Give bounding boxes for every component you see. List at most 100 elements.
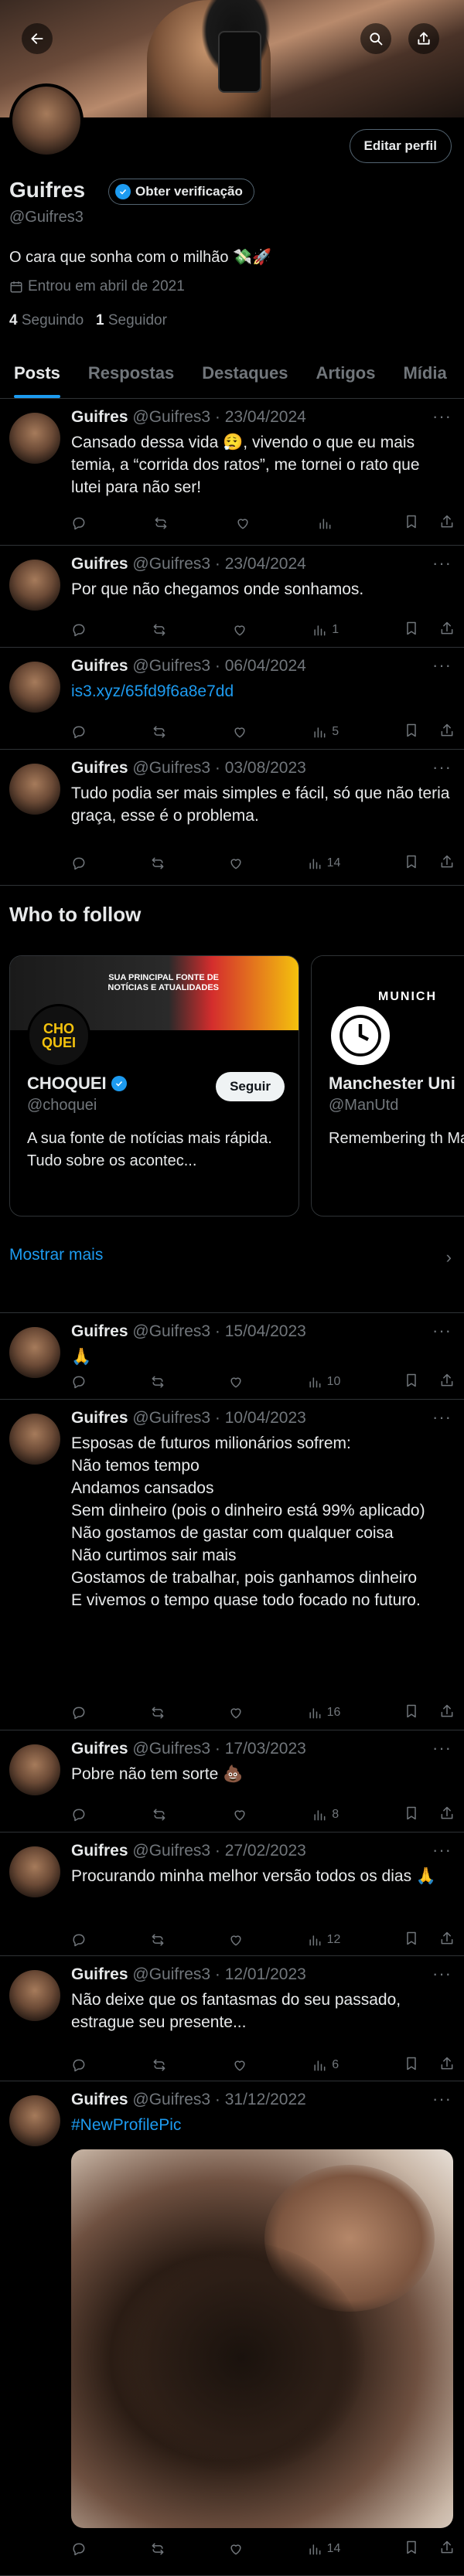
views-button[interactable]: 6 <box>312 2057 339 2073</box>
tweet[interactable]: Guifres @Guifres3 · 10/04/2023 ··· Espos… <box>0 1400 464 1730</box>
tweet-author-name[interactable]: Guifres <box>71 759 128 777</box>
share-tweet-button[interactable] <box>439 514 455 533</box>
repost-button[interactable] <box>150 1932 165 1948</box>
reply-button[interactable] <box>71 2057 87 2073</box>
more-options-icon[interactable]: ··· <box>432 1738 452 1758</box>
profile-avatar[interactable] <box>9 83 84 158</box>
bookmark-button[interactable] <box>404 2540 419 2559</box>
views-button[interactable]: 1 <box>312 622 339 638</box>
edit-profile-button[interactable]: Editar perfil <box>349 129 452 163</box>
tweet-avatar[interactable] <box>9 2095 60 2146</box>
reply-button[interactable] <box>71 1705 87 1720</box>
more-options-icon[interactable]: ··· <box>432 1964 452 1984</box>
like-button[interactable] <box>228 856 244 871</box>
tab-replies[interactable]: Respostas <box>74 348 188 398</box>
share-tweet-button[interactable] <box>439 621 455 640</box>
reply-button[interactable] <box>71 2541 87 2557</box>
repost-button[interactable] <box>152 2057 167 2073</box>
repost-button[interactable] <box>152 1807 167 1822</box>
more-options-icon[interactable]: ··· <box>432 553 452 573</box>
share-tweet-button[interactable] <box>439 854 455 873</box>
share-tweet-button[interactable] <box>439 1805 455 1825</box>
like-button[interactable] <box>228 1374 244 1390</box>
tweet[interactable]: Guifres @Guifres3 · 06/04/2024 ··· is3.x… <box>0 648 464 750</box>
tweet-author-name[interactable]: Guifres <box>71 1322 128 1340</box>
share-tweet-button[interactable] <box>439 723 455 742</box>
more-options-icon[interactable]: ··· <box>432 1321 452 1341</box>
bookmark-button[interactable] <box>404 1373 419 1392</box>
bookmark-button[interactable] <box>404 2056 419 2075</box>
share-tweet-button[interactable] <box>439 2540 455 2559</box>
share-tweet-button[interactable] <box>439 1931 455 1950</box>
tweet-avatar[interactable] <box>9 1970 60 2021</box>
tweet[interactable]: Guifres @Guifres3 · 15/04/2023 ··· 🙏 10 <box>0 1313 464 1400</box>
views-button[interactable]: 5 <box>312 724 339 740</box>
tweet-author-name[interactable]: Guifres <box>71 2091 128 2108</box>
reply-button[interactable] <box>71 516 87 531</box>
get-verified-button[interactable]: Obter verificação <box>108 179 254 205</box>
tweet-author-name[interactable]: Guifres <box>71 1842 128 1860</box>
views-button[interactable]: 10 <box>307 1374 340 1390</box>
bookmark-button[interactable] <box>404 854 419 873</box>
bookmark-button[interactable] <box>404 1931 419 1950</box>
views-button[interactable]: 8 <box>312 1807 339 1822</box>
tweet[interactable]: Guifres @Guifres3 · 31/12/2022 ··· #NewP… <box>0 2081 464 2576</box>
like-button[interactable] <box>228 1932 244 1948</box>
bookmark-button[interactable] <box>404 1703 419 1723</box>
share-tweet-button[interactable] <box>439 1373 455 1392</box>
like-button[interactable] <box>232 1807 247 1822</box>
tweet-author-name[interactable]: Guifres <box>71 408 128 426</box>
views-button[interactable]: 12 <box>307 1932 340 1948</box>
tab-articles[interactable]: Artigos <box>302 348 389 398</box>
tweet[interactable]: Guifres @Guifres3 · 27/02/2023 ··· Procu… <box>0 1832 464 1956</box>
repost-button[interactable] <box>150 2541 165 2557</box>
more-options-icon[interactable]: ··· <box>432 1840 452 1860</box>
repost-button[interactable] <box>150 1374 165 1390</box>
share-tweet-button[interactable] <box>439 2056 455 2075</box>
more-options-icon[interactable]: ··· <box>432 2089 452 2109</box>
show-more-link[interactable]: Mostrar mais <box>9 1246 103 1264</box>
tweet-author-name[interactable]: Guifres <box>71 1740 128 1758</box>
back-button[interactable] <box>22 23 53 54</box>
bookmark-button[interactable] <box>404 723 419 742</box>
repost-button[interactable] <box>152 622 167 638</box>
tweet-avatar[interactable] <box>9 413 60 464</box>
tweet[interactable]: Guifres @Guifres3 · 03/08/2023 ··· Tudo … <box>0 750 464 886</box>
following-link[interactable]: 4 Seguindo <box>9 312 84 328</box>
repost-button[interactable] <box>150 1705 165 1720</box>
views-button[interactable] <box>317 516 337 531</box>
like-button[interactable] <box>235 516 251 531</box>
more-options-icon[interactable]: ··· <box>432 1407 452 1428</box>
bookmark-button[interactable] <box>404 514 419 533</box>
reply-button[interactable] <box>71 856 87 871</box>
like-button[interactable] <box>232 622 247 638</box>
follow-card-manutd[interactable]: MUNICH Manchester Uni @ManUtd Rememberin… <box>311 955 464 1217</box>
more-options-icon[interactable]: ··· <box>432 757 452 778</box>
tweet-avatar[interactable] <box>9 1846 60 1897</box>
views-button[interactable]: 14 <box>307 856 340 871</box>
bookmark-button[interactable] <box>404 621 419 640</box>
tweet-avatar[interactable] <box>9 560 60 611</box>
tweet[interactable]: Guifres @Guifres3 · 23/04/2024 ··· Cansa… <box>0 399 464 546</box>
like-button[interactable] <box>228 1705 244 1720</box>
tweet-avatar[interactable] <box>9 1414 60 1465</box>
reply-button[interactable] <box>71 622 87 638</box>
tab-posts[interactable]: Posts <box>0 348 74 398</box>
tweet-author-name[interactable]: Guifres <box>71 555 128 573</box>
tab-highlights[interactable]: Destaques <box>188 348 302 398</box>
views-button[interactable]: 14 <box>307 2541 340 2557</box>
tab-media[interactable]: Mídia <box>389 348 460 398</box>
tweet-avatar[interactable] <box>9 1327 60 1378</box>
tweet-photo[interactable] <box>71 2149 453 2528</box>
more-options-icon[interactable]: ··· <box>432 407 452 427</box>
follow-button[interactable]: Seguir <box>216 1072 285 1101</box>
bookmark-button[interactable] <box>404 1805 419 1825</box>
tweet[interactable]: Guifres @Guifres3 · 12/01/2023 ··· Não d… <box>0 1956 464 2081</box>
like-button[interactable] <box>232 2057 247 2073</box>
like-button[interactable] <box>228 2541 244 2557</box>
followers-link[interactable]: 1 Seguidor <box>96 312 167 328</box>
tweet-author-name[interactable]: Guifres <box>71 1409 128 1427</box>
views-button[interactable]: 16 <box>307 1705 340 1720</box>
repost-button[interactable] <box>153 516 169 531</box>
tweet[interactable]: Guifres @Guifres3 · 23/04/2024 ··· Por q… <box>0 546 464 648</box>
